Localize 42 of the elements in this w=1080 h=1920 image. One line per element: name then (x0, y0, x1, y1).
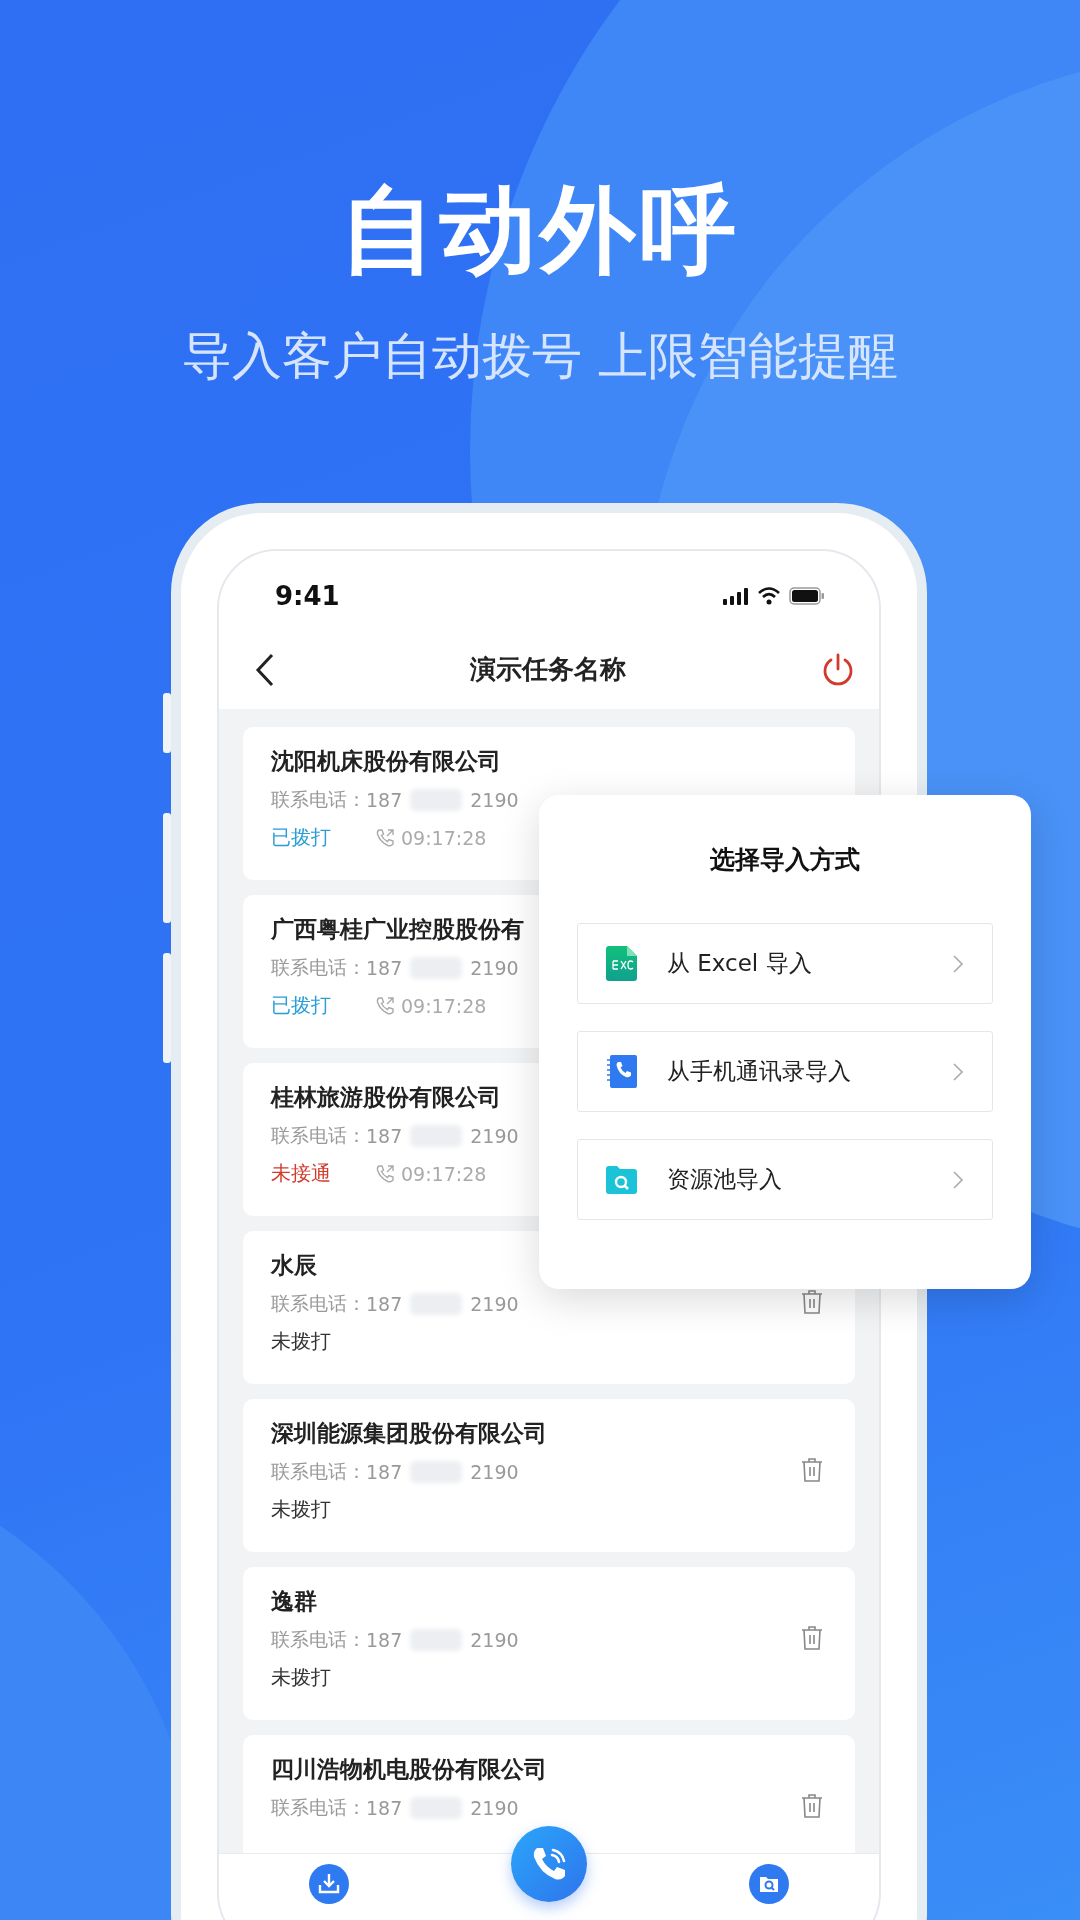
subtitle: 导入客户自动拨号 上限智能提醒 (181, 325, 899, 386)
phone-suffix: 2190 (470, 1796, 519, 1819)
call-time: 09:17:28 (401, 826, 487, 849)
phone-prefix: 187 (366, 1796, 403, 1819)
phone-label: 联系电话： (271, 1458, 366, 1484)
phone-suffix: 2190 (470, 1460, 519, 1483)
call-status: 已拨打 (271, 824, 331, 852)
phone-label: 联系电话： (271, 786, 366, 812)
call-status: 未拨打 (271, 1328, 331, 1356)
phone-prefix: 187 (366, 1292, 403, 1315)
phone-label: 联系电话： (271, 1794, 366, 1820)
phone-label: 联系电话： (271, 1626, 366, 1652)
status-time: 9:41 (275, 580, 340, 611)
call-time: 09:17:28 (401, 1162, 487, 1185)
phone-label: 联系电话： (271, 1122, 366, 1148)
phone-prefix: 187 (366, 1628, 403, 1651)
call-status: 未拨打 (271, 1664, 331, 1692)
phone-suffix: 2190 (470, 788, 519, 811)
headline: 自动外呼 (339, 178, 741, 284)
phone-prefix: 187 (366, 788, 403, 811)
company-name: 深圳能源集团股份有限公司 (271, 1418, 548, 1448)
company-name: 桂林旅游股份有限公司 (271, 1082, 502, 1112)
phone-suffix: 2190 (470, 1628, 519, 1651)
dialog-title: 选择导入方式 (709, 844, 861, 876)
call-status: 未接通 (271, 1160, 331, 1188)
phone-label: 联系电话： (271, 1290, 366, 1316)
call-status: 未拨打 (271, 1496, 331, 1524)
phone-suffix: 2190 (470, 1292, 519, 1315)
company-name: 广西粤桂广业控股股份有 (271, 914, 525, 944)
company-name: 四川浩物机电股份有限公司 (271, 1754, 548, 1784)
phone-prefix: 187 (366, 1124, 403, 1147)
phone-suffix: 2190 (470, 956, 519, 979)
phone-suffix: 2190 (470, 1124, 519, 1147)
phone-prefix: 187 (366, 1460, 403, 1483)
screen-title: 演示任务名称 (470, 653, 626, 687)
company-name: 水辰 (271, 1250, 318, 1280)
company-name: 逸群 (271, 1586, 318, 1616)
company-name: 沈阳机床股份有限公司 (271, 746, 502, 776)
call-status: 已拨打 (271, 992, 331, 1020)
phone-prefix: 187 (366, 956, 403, 979)
call-time: 09:17:28 (401, 994, 487, 1017)
phone-label: 联系电话： (271, 954, 366, 980)
